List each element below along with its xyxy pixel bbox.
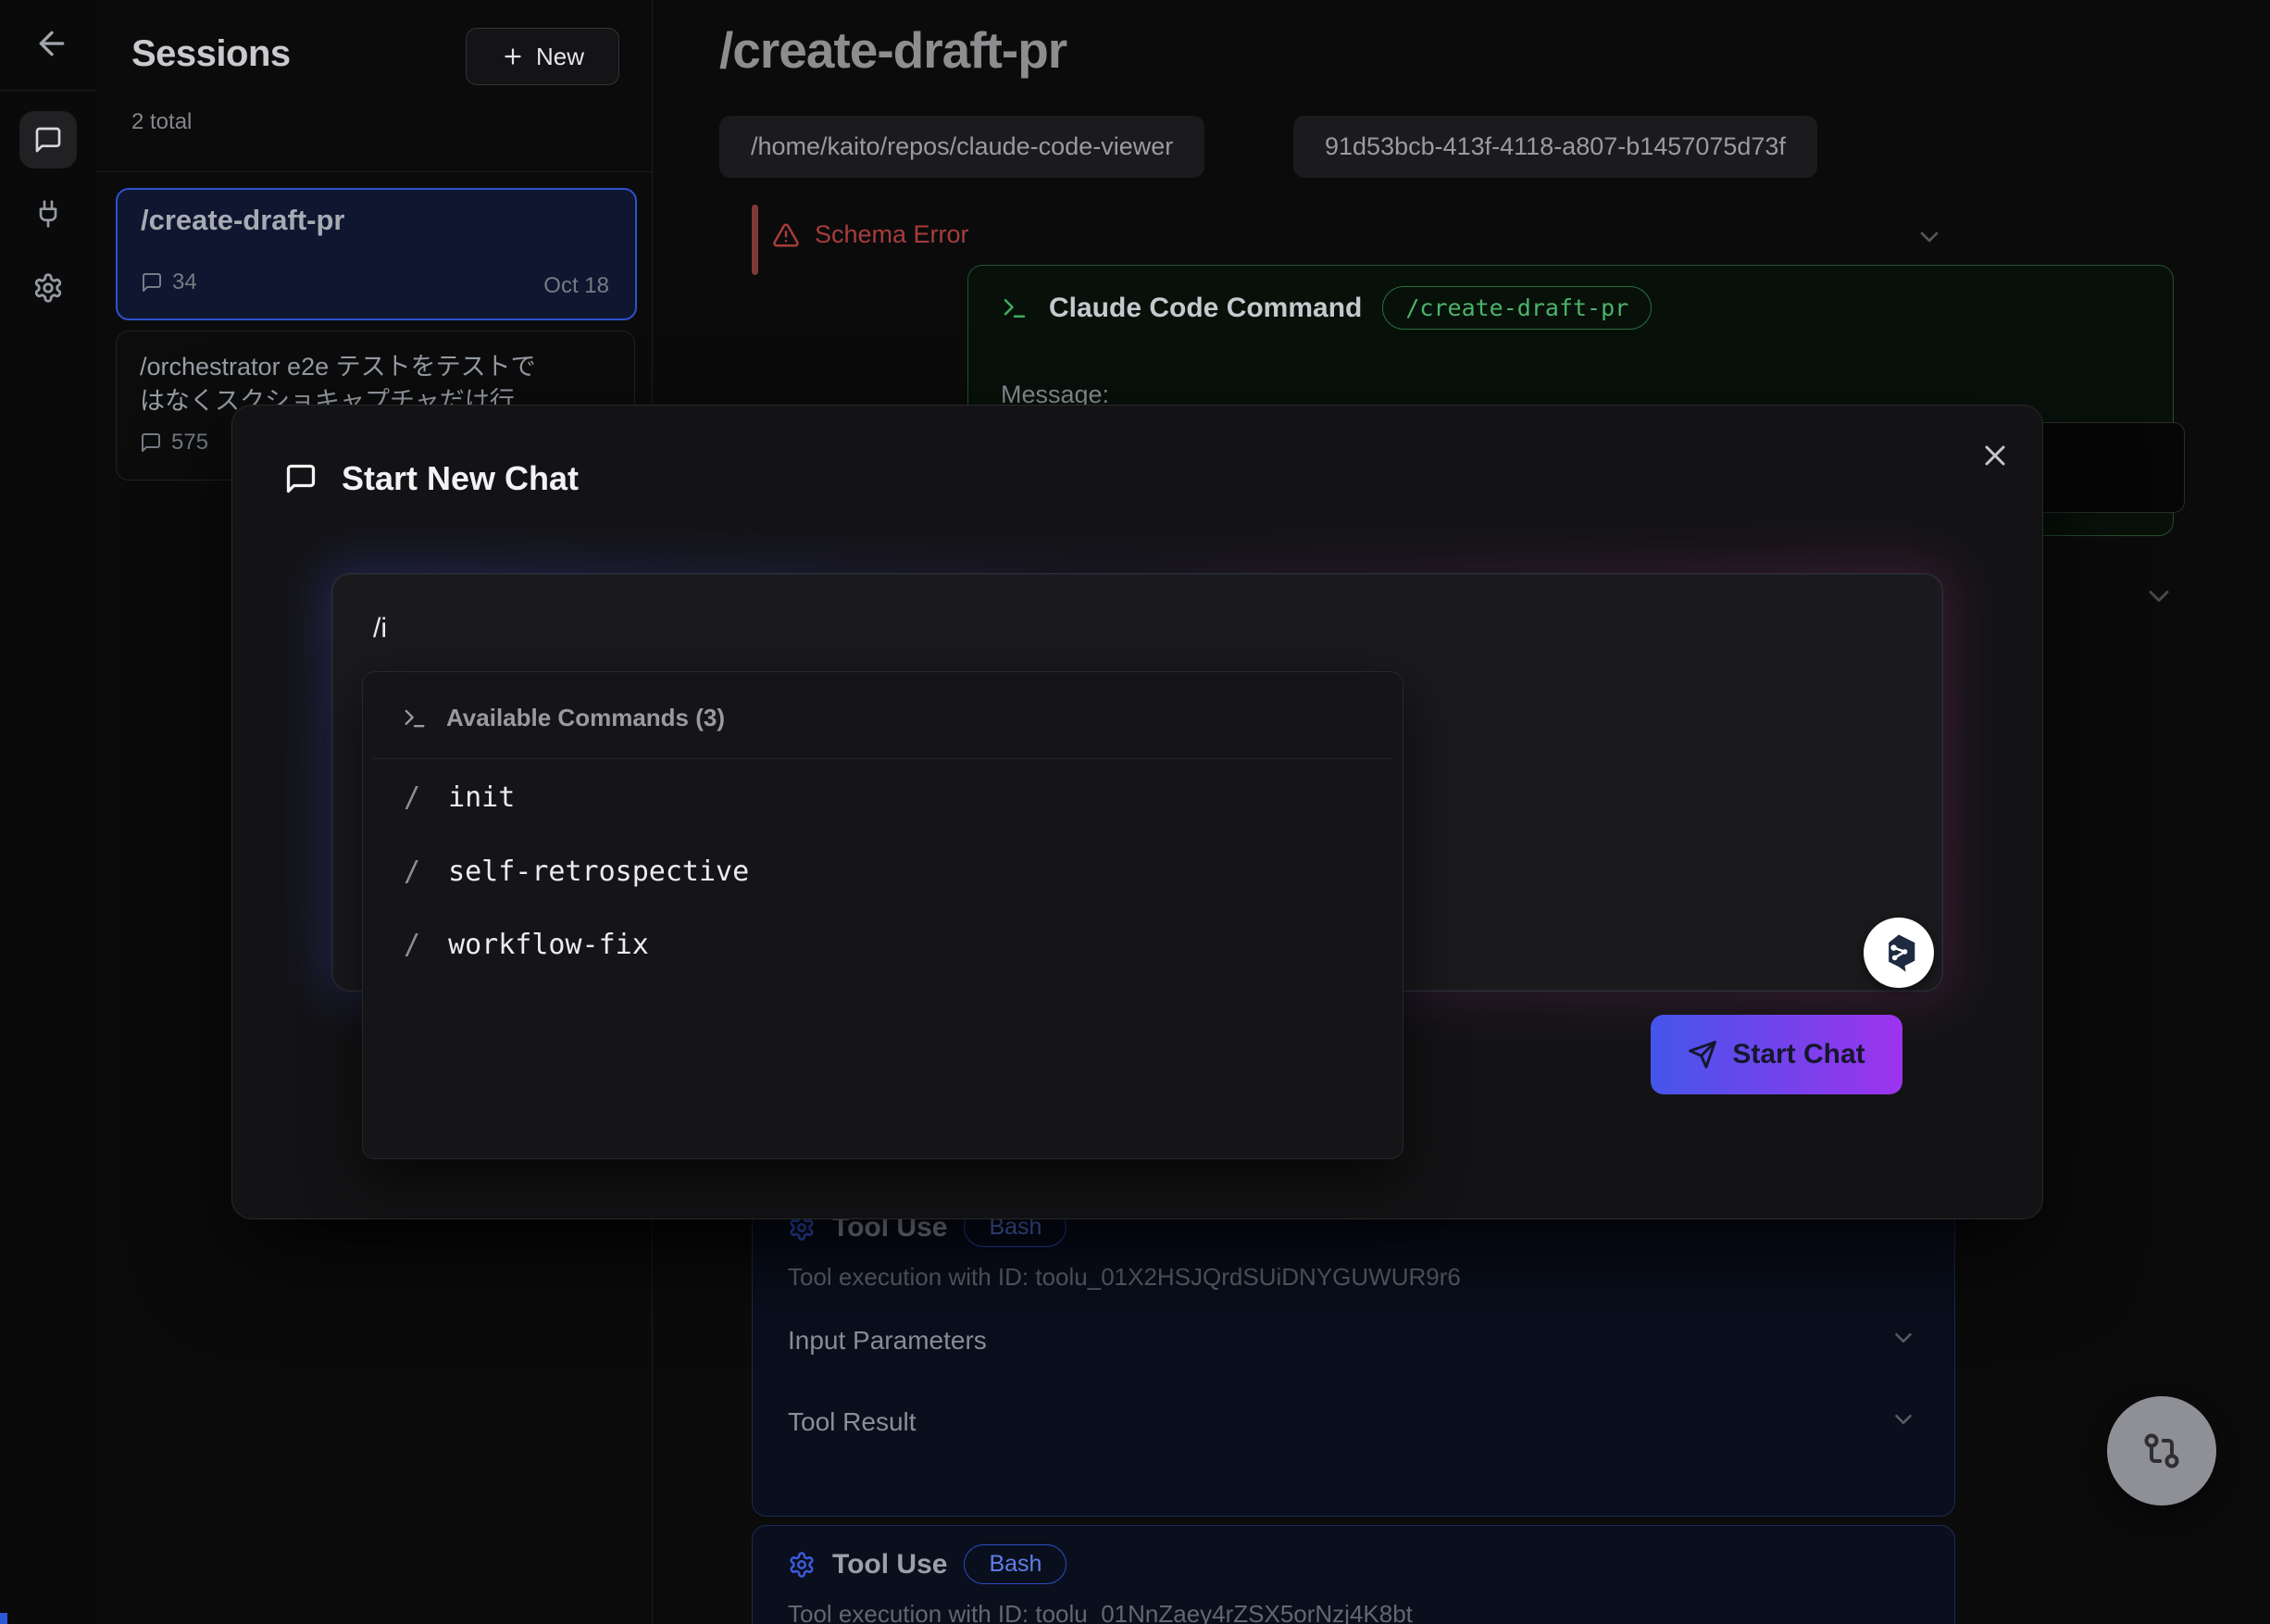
git-compare-icon <box>2141 1430 2182 1471</box>
command-prefix: / <box>404 856 420 888</box>
gear-icon <box>788 1551 816 1579</box>
nav-settings-button[interactable] <box>19 259 77 317</box>
sessions-title: Sessions <box>131 33 291 75</box>
session-title: /create-draft-pr <box>141 204 345 237</box>
share-hexagon-icon <box>1875 929 1923 977</box>
commands-popover: Available Commands (3) / init / self-ret… <box>362 671 1403 1159</box>
chat-input-value: /i <box>373 613 387 644</box>
message-square-icon <box>141 271 163 294</box>
chevron-down-icon[interactable] <box>2142 580 2176 613</box>
new-session-button[interactable]: New <box>466 28 619 85</box>
start-chat-label: Start Chat <box>1732 1039 1865 1070</box>
commands-popover-title: Available Commands (3) <box>446 704 725 732</box>
command-card-title: Claude Code Command <box>1049 293 1362 324</box>
session-id-chip: 91d53bcb-413f-4118-a807-b1457075d73f <box>1293 116 1817 178</box>
tool-use-title: Tool Use <box>832 1549 947 1580</box>
session-message-count: 575 <box>140 430 208 456</box>
session-item-selected[interactable]: /create-draft-pr 34 Oct 18 <box>116 188 637 320</box>
alert-triangle-icon <box>772 221 800 249</box>
tool-execution-id: Tool execution with ID: toolu_01NnZaey4r… <box>788 1600 1413 1624</box>
plus-icon <box>501 44 525 69</box>
tool-result-toggle[interactable]: Tool Result <box>788 1407 917 1437</box>
gear-icon <box>32 272 64 304</box>
close-button[interactable] <box>1973 435 2014 476</box>
panel-divider <box>96 171 652 172</box>
chevron-down-icon[interactable] <box>1890 1405 1917 1433</box>
command-option-init[interactable]: / init <box>363 770 1403 824</box>
nav-chat-button[interactable] <box>19 111 77 169</box>
start-chat-button[interactable]: Start Chat <box>1651 1015 1902 1094</box>
start-new-chat-modal: Start New Chat /i Available Commands (3)… <box>231 405 2043 1219</box>
command-name: self-retrospective <box>448 856 749 888</box>
send-icon <box>1688 1040 1717 1069</box>
command-prefix: / <box>404 929 420 961</box>
page-title: /create-draft-pr <box>719 20 1066 80</box>
chevron-down-icon[interactable] <box>1915 222 1944 252</box>
session-date: Oct 18 <box>543 273 609 299</box>
sessions-total: 2 total <box>131 109 192 135</box>
message-square-icon <box>284 462 318 495</box>
extension-badge[interactable] <box>1864 918 1934 988</box>
command-option-workflow-fix[interactable]: / workflow-fix <box>363 918 1403 971</box>
tool-use-card: Tool Use Bash Tool execution with ID: to… <box>752 1525 1955 1624</box>
command-name: init <box>448 781 515 814</box>
back-button[interactable] <box>28 22 70 65</box>
tool-execution-id: Tool execution with ID: toolu_01X2HSJQrd… <box>788 1263 1461 1292</box>
message-square-icon <box>140 431 162 454</box>
modal-title: Start New Chat <box>342 459 579 498</box>
command-prefix: / <box>404 781 420 814</box>
tool-badge: Bash <box>964 1544 1066 1584</box>
arrow-left-icon <box>33 25 65 62</box>
commands-popover-header: Available Commands (3) <box>402 704 725 732</box>
tool-use-header: Tool Use Bash <box>788 1544 1066 1584</box>
schema-error-label: Schema Error <box>815 220 969 249</box>
new-session-label: New <box>536 43 584 71</box>
command-card-header: Claude Code Command /create-draft-pr <box>1001 286 1652 330</box>
command-name: workflow-fix <box>448 929 649 961</box>
command-badge: /create-draft-pr <box>1382 286 1652 330</box>
session-count-value: 575 <box>171 430 208 456</box>
session-message-count: 34 <box>141 269 197 295</box>
app-root: Sessions New 2 total /create-draft-pr 34… <box>0 0 2270 1624</box>
popover-divider <box>372 758 1393 759</box>
nav-mcp-button[interactable] <box>19 185 77 243</box>
git-actions-fab[interactable] <box>2107 1396 2216 1505</box>
message-square-icon <box>33 125 63 155</box>
session-title-line1: /orchestrator e2e テストをテストで <box>140 346 536 382</box>
terminal-icon <box>1001 294 1029 322</box>
schema-error-row[interactable]: Schema Error <box>772 220 969 249</box>
tool-use-card: Tool Use Bash Tool execution with ID: to… <box>752 1188 1955 1517</box>
schema-error-bar <box>752 205 758 275</box>
icon-rail <box>0 0 97 1624</box>
chevron-down-icon[interactable] <box>1890 1324 1917 1352</box>
plug-icon <box>33 199 63 229</box>
terminal-icon <box>402 706 428 731</box>
command-option-self-retrospective[interactable]: / self-retrospective <box>363 844 1403 898</box>
bottom-left-accent <box>0 1613 7 1624</box>
close-icon <box>1978 439 2008 472</box>
project-path-chip: /home/kaito/repos/claude-code-viewer <box>719 116 1204 178</box>
input-parameters-toggle[interactable]: Input Parameters <box>788 1326 987 1355</box>
rail-divider <box>0 90 96 91</box>
modal-header: Start New Chat <box>284 459 579 498</box>
session-count-value: 34 <box>172 269 197 295</box>
